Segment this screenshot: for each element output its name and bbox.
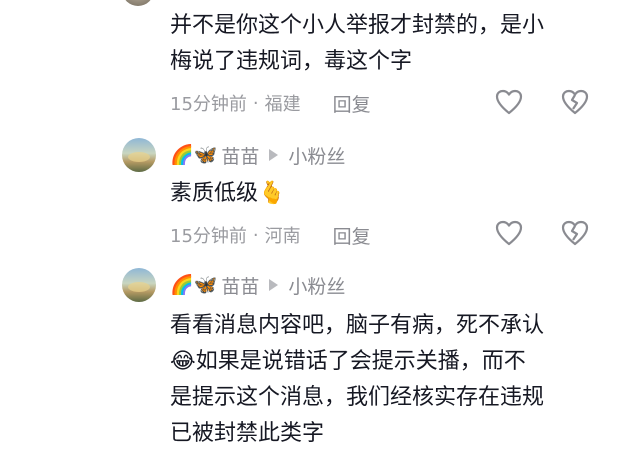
reply-to-username[interactable]: 小粉丝	[288, 142, 345, 169]
avatar[interactable]	[122, 268, 156, 302]
comment-time: 15分钟前	[170, 94, 247, 115]
comment-text: 看看消息内容吧，脑子有病，死不承认 😂如果是说错话了会提示关播，而不 是提示这个…	[170, 313, 545, 446]
comment-text: 素质低级🫰	[170, 181, 286, 206]
like-button[interactable]	[494, 88, 524, 116]
comment-header: 🌈🦋 苗苗 小粉丝	[170, 272, 345, 298]
reply-to-username[interactable]: 小粉丝	[288, 272, 345, 299]
username[interactable]: 苗苗	[221, 142, 259, 169]
like-button[interactable]	[494, 219, 524, 247]
username-decoration: 🌈🦋	[170, 143, 218, 166]
reply-button[interactable]: 回复	[333, 90, 371, 117]
broken-heart-icon	[561, 220, 589, 246]
comment-header: 🌈🦋 苗苗 小粉丝	[170, 142, 345, 168]
heart-outline-icon	[495, 89, 523, 115]
heart-outline-icon	[495, 220, 523, 246]
play-triangle-icon	[269, 279, 279, 291]
comment-time: 15分钟前	[170, 226, 247, 247]
comment-meta: 15分钟前 · 河南 回复	[170, 222, 371, 248]
username[interactable]: 苗苗	[221, 272, 259, 299]
heart-hands-emoji: 🫰	[258, 181, 286, 206]
broken-heart-icon	[561, 89, 589, 115]
comment-text: 并不是你这个小人举报才封禁的，是小 梅说了违规词，毒这个字	[170, 13, 545, 74]
comment-location: 福建	[264, 94, 301, 115]
play-triangle-icon	[269, 149, 279, 161]
laughing-emoji: 😂	[170, 349, 196, 374]
comment-location: 河南	[264, 226, 301, 247]
dislike-button[interactable]	[560, 88, 590, 116]
comment-meta: 15分钟前 · 福建 回复	[170, 90, 371, 116]
reply-button[interactable]: 回复	[333, 222, 371, 249]
avatar[interactable]	[122, 0, 154, 6]
username-decoration: 🌈🦋	[170, 273, 218, 296]
dislike-button[interactable]	[560, 219, 590, 247]
avatar[interactable]	[122, 138, 156, 172]
